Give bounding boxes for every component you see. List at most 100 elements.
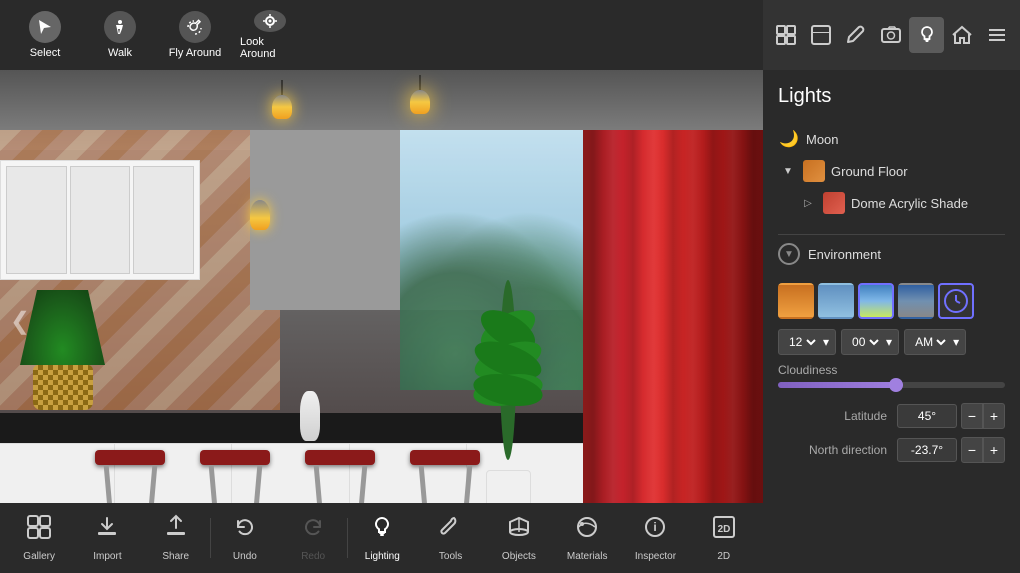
cloudiness-fill — [778, 382, 903, 388]
sky-preset-sunset[interactable] — [898, 283, 934, 319]
north-direction-row: North direction -23.7° − + — [778, 437, 1005, 463]
tab-paint[interactable] — [839, 17, 874, 53]
environment-label: Environment — [808, 247, 881, 262]
time-controls: 12 1234 5678 91011 ▾ 00153045 ▾ AMPM ▾ — [778, 329, 1005, 355]
light-item-dome[interactable]: ▷ Dome Acrylic Shade — [778, 187, 1005, 219]
objects-icon — [506, 514, 532, 547]
north-direction-label: North direction — [778, 443, 897, 457]
lights-panel-title: Lights — [778, 85, 1005, 108]
objects-label: Objects — [502, 551, 536, 562]
svg-text:2D: 2D — [717, 524, 730, 535]
light-item-ground-floor[interactable]: ▼ Ground Floor — [778, 155, 1005, 187]
minute-dropdown[interactable]: 00153045 — [848, 334, 882, 350]
2d-icon: 2D — [711, 514, 737, 547]
tool-walk[interactable]: Walk — [85, 5, 155, 65]
tab-light[interactable] — [909, 17, 944, 53]
redo-icon — [300, 514, 326, 547]
hour-select[interactable]: 12 1234 5678 91011 ▾ — [778, 329, 836, 355]
latitude-value[interactable]: 45° — [897, 404, 957, 428]
sky-preset-noon[interactable] — [858, 283, 894, 319]
tab-menu[interactable] — [980, 17, 1015, 53]
latitude-decrease[interactable]: − — [961, 403, 983, 429]
share-icon — [163, 514, 189, 547]
undo-button[interactable]: Undo — [211, 508, 279, 568]
lights-panel: Lights 🌙 Moon ▼ Ground Floor ▷ Dome Acry… — [763, 70, 1020, 573]
tool-select-label: Select — [30, 47, 61, 59]
dome-thumb — [823, 192, 845, 214]
red-curtain — [583, 130, 763, 560]
latitude-increase[interactable]: + — [983, 403, 1005, 429]
undo-label: Undo — [233, 551, 257, 562]
sky-preset-clock[interactable] — [938, 283, 974, 319]
2d-button[interactable]: 2D 2D — [690, 508, 758, 568]
north-direction-controls: − + — [961, 437, 1005, 463]
tool-fly-around[interactable]: Fly Around — [160, 5, 230, 65]
share-label: Share — [162, 551, 189, 562]
light-tree: 🌙 Moon ▼ Ground Floor ▷ Dome Acrylic Sha… — [778, 123, 1005, 219]
env-collapse-icon: ▼ — [778, 243, 800, 265]
latitude-label: Latitude — [778, 409, 897, 423]
light-item-moon[interactable]: 🌙 Moon — [778, 123, 1005, 155]
tab-photo[interactable] — [874, 17, 909, 53]
lighting-label: Lighting — [365, 551, 400, 562]
materials-button[interactable]: Materials — [553, 508, 621, 568]
tab-layout[interactable] — [768, 17, 803, 53]
lighting-button[interactable]: Lighting — [348, 508, 416, 568]
share-button[interactable]: Share — [142, 508, 210, 568]
bottom-toolbar: Gallery Import Share Undo — [0, 503, 763, 573]
select-icon — [29, 11, 61, 43]
inspector-button[interactable]: i Inspector — [621, 508, 689, 568]
cloudiness-thumb[interactable] — [889, 378, 903, 392]
sky-preset-dawn[interactable] — [778, 283, 814, 319]
viewport[interactable]: ❮ — [0, 70, 763, 573]
latitude-row: Latitude 45° − + — [778, 403, 1005, 429]
tool-look-around[interactable]: Look Around — [235, 5, 305, 65]
tool-walk-label: Walk — [108, 47, 132, 59]
walk-icon — [104, 11, 136, 43]
right-panel-tabs — [763, 0, 1020, 70]
inspector-label: Inspector — [635, 551, 676, 562]
moon-thumb: 🌙 — [778, 128, 800, 150]
sky-preset-morning[interactable] — [818, 283, 854, 319]
gallery-icon — [26, 514, 52, 547]
north-direction-value[interactable]: -23.7° — [897, 438, 957, 462]
inspector-icon: i — [642, 514, 668, 547]
ampm-select[interactable]: AMPM ▾ — [904, 329, 966, 355]
hour-chevron: ▾ — [823, 335, 829, 349]
cloudiness-slider[interactable] — [778, 382, 1005, 388]
tool-select[interactable]: Select — [10, 5, 80, 65]
gallery-button[interactable]: Gallery — [5, 508, 73, 568]
sky-presets — [778, 283, 1005, 319]
import-icon — [94, 514, 120, 547]
tab-view[interactable] — [803, 17, 838, 53]
plant-right — [448, 270, 568, 510]
hour-dropdown[interactable]: 12 1234 5678 91011 — [785, 334, 819, 350]
environment-header[interactable]: ▼ Environment — [778, 234, 1005, 273]
look-around-icon — [254, 10, 286, 32]
dome-label: Dome Acrylic Shade — [851, 196, 968, 211]
gallery-label: Gallery — [23, 551, 55, 562]
lighting-icon — [369, 514, 395, 547]
import-button[interactable]: Import — [73, 508, 141, 568]
svg-text:i: i — [654, 520, 657, 534]
counter-items — [300, 391, 320, 441]
fly-around-icon — [179, 11, 211, 43]
tab-home[interactable] — [944, 17, 979, 53]
nav-arrow-left[interactable]: ❮ — [5, 297, 35, 347]
tools-label: Tools — [439, 551, 462, 562]
ampm-dropdown[interactable]: AMPM — [911, 334, 949, 350]
tools-button[interactable]: Tools — [416, 508, 484, 568]
ampm-chevron: ▾ — [953, 335, 959, 349]
minute-select[interactable]: 00153045 ▾ — [841, 329, 899, 355]
upper-cabinets — [0, 160, 200, 280]
redo-button[interactable]: Redo — [279, 508, 347, 568]
tool-look-around-label: Look Around — [240, 36, 300, 60]
top-toolbar: Select Walk Fly Around Loo — [0, 0, 763, 70]
moon-label: Moon — [806, 132, 839, 147]
north-direction-decrease[interactable]: − — [961, 437, 983, 463]
ground-floor-label: Ground Floor — [831, 164, 908, 179]
cloudiness-label: Cloudiness — [778, 363, 1005, 377]
wall-light-left — [250, 200, 270, 230]
objects-button[interactable]: Objects — [485, 508, 553, 568]
north-direction-increase[interactable]: + — [983, 437, 1005, 463]
